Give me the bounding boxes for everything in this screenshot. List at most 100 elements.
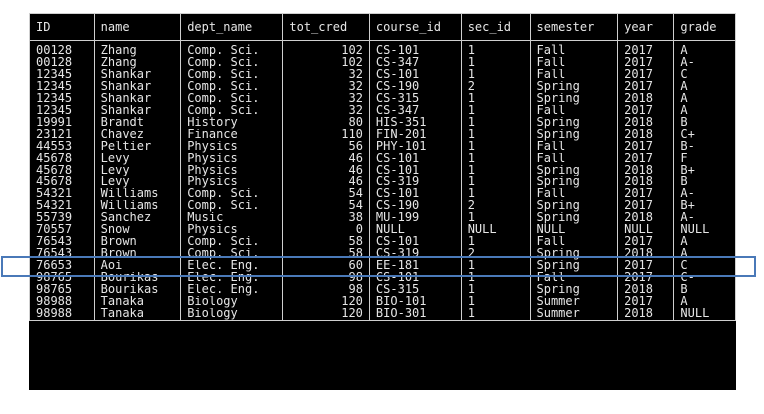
cell-sec-id: 1 — [460, 92, 531, 105]
cell-semester: Spring — [529, 164, 619, 177]
cell-id: 00128 — [29, 40, 95, 57]
cell-tot-cred: 46 — [282, 176, 370, 189]
table-row: 44553 Peltier Physics 56 PHY-101 1 Fall 2017 B- — [29, 140, 736, 153]
table-row: 45678 Levy Physics 46 CS-319 1 Spring 2018 B — [29, 176, 736, 189]
cell-name: Tanaka — [93, 296, 182, 308]
table-row: 23121 Chavez Finance 110 FIN-201 1 Spring 2018 C… — [29, 128, 736, 141]
cell-semester: Spring — [529, 128, 619, 141]
cell-id: 12345 — [29, 92, 95, 105]
cell-dept-name: Biology — [180, 296, 284, 308]
table-row: 54321 Williams Comp. Sci. 54 CS-190 2 Spring 20… — [29, 200, 736, 213]
cell-name: Shankar — [93, 68, 182, 81]
cell-tot-cred: 60 — [282, 260, 370, 273]
cell-name: Brandt — [93, 116, 182, 129]
cell-semester: NULL — [529, 224, 619, 237]
table-row: 12345 Shankar Comp. Sci. 32 CS-190 2 Spring 201… — [29, 80, 736, 93]
cell-year: 2018 — [617, 92, 675, 105]
cell-year: 2017 — [617, 236, 675, 249]
cell-semester: Spring — [529, 284, 619, 297]
cell-dept-name: Physics — [180, 164, 284, 177]
cell-tot-cred: 102 — [282, 40, 370, 57]
cell-year: 2018 — [617, 212, 675, 225]
cell-grade: F — [673, 152, 736, 165]
column-header-tot-cred: tot_cred — [282, 13, 370, 41]
table-row: 54321 Williams Comp. Sci. 54 CS-101 1 Fall 2017… — [29, 188, 736, 201]
cell-course-id: EE-181 — [368, 260, 462, 273]
cell-tot-cred: 32 — [282, 104, 370, 117]
cell-grade: A — [673, 40, 736, 57]
cell-grade: B- — [673, 140, 736, 153]
cell-dept-name: Comp. Sci. — [180, 40, 284, 57]
cell-tot-cred: 102 — [282, 56, 370, 69]
cell-year: 2018 — [617, 116, 675, 129]
cell-id: 12345 — [29, 68, 95, 81]
cell-sec-id: 1 — [460, 104, 531, 117]
cell-name: Brown — [93, 248, 182, 261]
cell-year: 2018 — [617, 128, 675, 141]
cell-id: 98765 — [29, 284, 95, 297]
cell-semester: Fall — [529, 140, 619, 153]
cell-semester: Spring — [529, 176, 619, 189]
cell-sec-id: 1 — [460, 68, 531, 81]
table-row: 98765 Bourikas Elec. Eng. 98 CS-315 1 Spring 20… — [29, 284, 736, 297]
cell-course-id: BIO-101 — [368, 296, 462, 308]
result-rows: 00128 Zhang Comp. Sci. 102 CS-101 1 Fall 2017 A 0… — [29, 40, 736, 321]
cell-year: 2017 — [617, 260, 675, 273]
cell-name: Levy — [93, 164, 182, 177]
cell-dept-name: Comp. Sci. — [180, 68, 284, 81]
cell-id: 98765 — [29, 272, 95, 285]
cell-tot-cred: 32 — [282, 92, 370, 105]
table-row: 19991 Brandt History 80 HIS-351 1 Spring 2018 B — [29, 116, 736, 129]
cell-dept-name: Comp. Sci. — [180, 248, 284, 261]
cell-sec-id: 2 — [460, 200, 531, 213]
cell-id: 98988 — [29, 296, 95, 308]
cell-grade: C — [673, 68, 736, 81]
cell-semester: Fall — [529, 68, 619, 81]
cell-course-id: NULL — [368, 224, 462, 237]
cell-id: 00128 — [29, 56, 95, 69]
column-header-course-id: course_id — [368, 13, 462, 41]
cell-tot-cred: 56 — [282, 140, 370, 153]
cell-grade: NULL — [673, 307, 736, 321]
cell-grade: C — [673, 260, 736, 273]
cell-dept-name: Elec. Eng. — [180, 284, 284, 297]
table-row: 12345 Shankar Comp. Sci. 32 CS-347 1 Fall 2017 A — [29, 104, 736, 117]
cell-grade: C+ — [673, 128, 736, 141]
cell-sec-id: 2 — [460, 80, 531, 93]
cell-dept-name: Elec. Eng. — [180, 272, 284, 285]
cell-year: 2017 — [617, 40, 675, 57]
cell-name: Shankar — [93, 104, 182, 117]
cell-semester: Spring — [529, 92, 619, 105]
cell-grade: A — [673, 248, 736, 261]
cell-grade: A — [673, 236, 736, 249]
cell-year: 2018 — [617, 284, 675, 297]
cell-name: Snow — [93, 224, 182, 237]
column-header-year: year — [617, 13, 675, 41]
cell-course-id: MU-199 — [368, 212, 462, 225]
cell-course-id: CS-315 — [368, 92, 462, 105]
table-row: 70557 Snow Physics 0 NULL NULL NULL NULL NULL — [29, 224, 736, 237]
cell-grade: B — [673, 284, 736, 297]
cell-id: 23121 — [29, 128, 95, 141]
cell-year: 2017 — [617, 272, 675, 285]
cell-grade: B — [673, 116, 736, 129]
query-result-console: ID name dept_name tot_cred course_id sec… — [29, 13, 736, 390]
cell-sec-id: 1 — [460, 296, 531, 308]
cell-dept-name: Finance — [180, 128, 284, 141]
cell-year: 2018 — [617, 248, 675, 261]
cell-dept-name: Comp. Sci. — [180, 188, 284, 201]
cell-sec-id: 1 — [460, 140, 531, 153]
cell-sec-id: 1 — [460, 212, 531, 225]
cell-semester: Fall — [529, 40, 619, 57]
cell-dept-name: Physics — [180, 152, 284, 165]
cell-course-id: CS-101 — [368, 68, 462, 81]
cell-name: Shankar — [93, 92, 182, 105]
cell-sec-id: 1 — [460, 307, 531, 321]
cell-id: 19991 — [29, 116, 95, 129]
cell-dept-name: Comp. Sci. — [180, 92, 284, 105]
cell-grade: A- — [673, 212, 736, 225]
cell-year: 2017 — [617, 188, 675, 201]
column-header-grade: grade — [673, 13, 736, 41]
table-row: 12345 Shankar Comp. Sci. 32 CS-101 1 Fall 2017 C — [29, 68, 736, 81]
cell-year: 2017 — [617, 80, 675, 93]
